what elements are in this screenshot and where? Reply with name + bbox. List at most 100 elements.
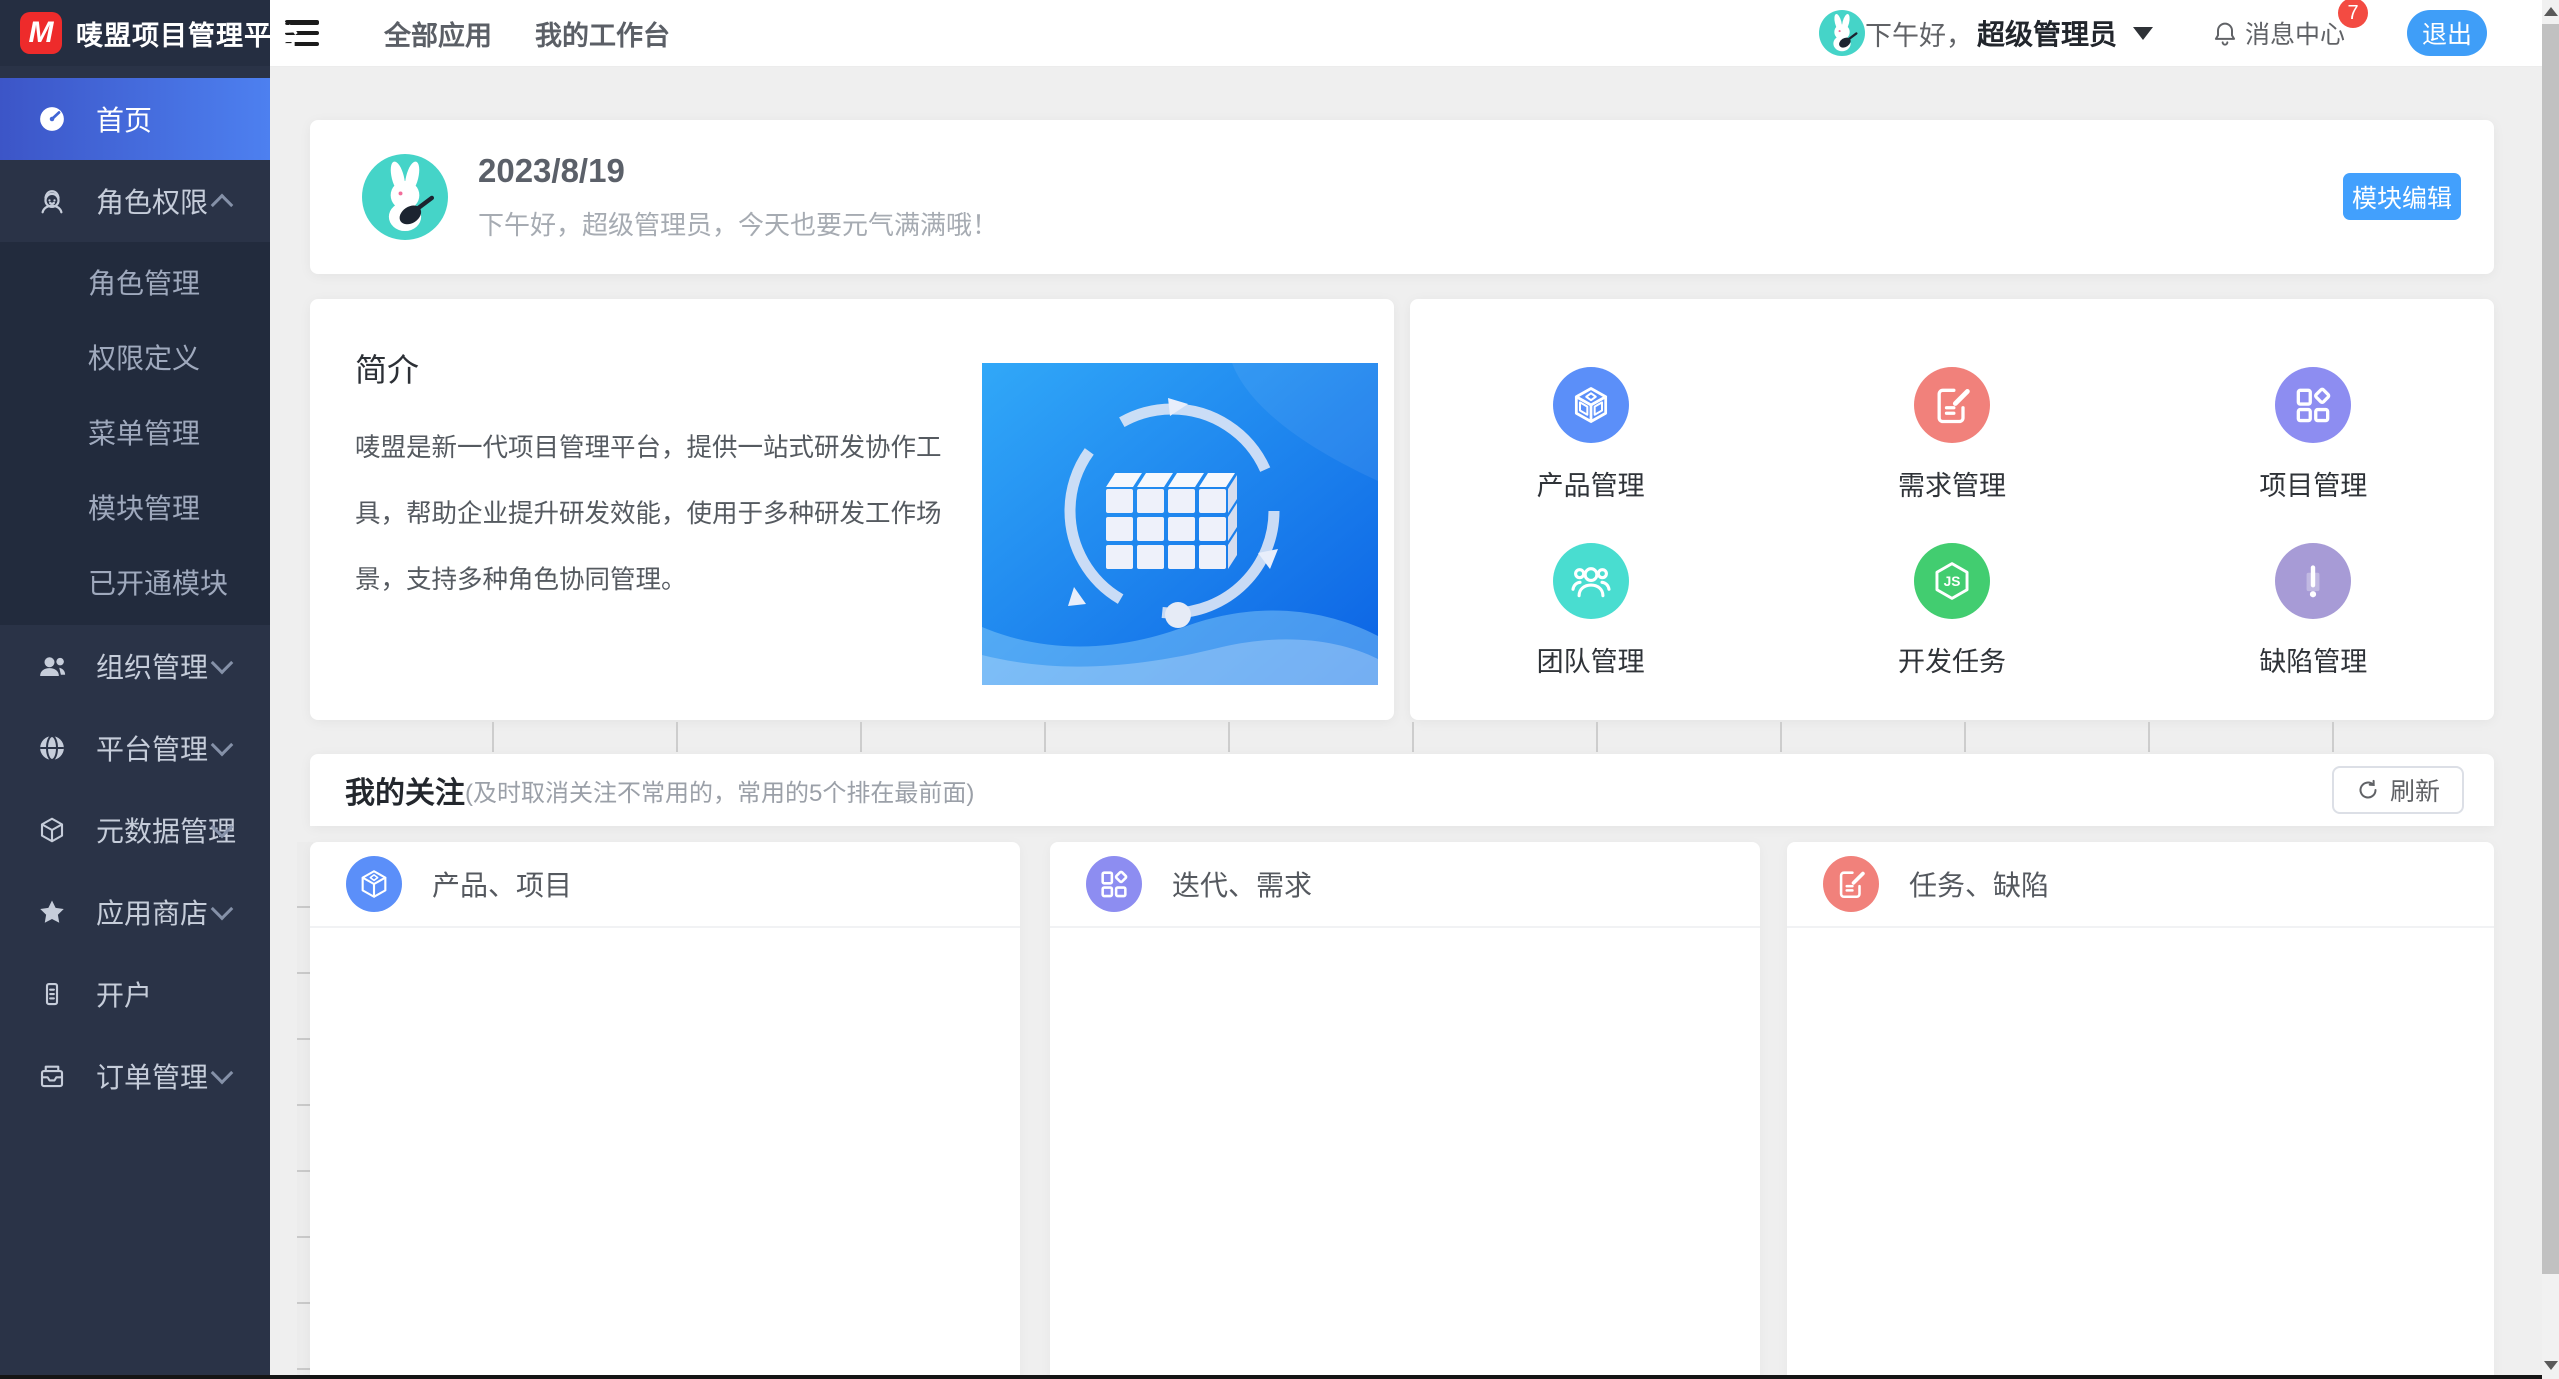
vertical-scrollbar[interactable] [2542,0,2559,1379]
scrollbar-thumb[interactable] [2542,24,2559,1274]
cube-3d-icon [1553,367,1629,443]
module-label: 缺陷管理 [2259,640,2367,679]
follow-note: (及时取消关注不常用的，常用的5个排在最前面) [465,773,974,808]
dashboard-icon [36,104,68,134]
greeting-prefix: 下午好， [1865,14,1973,53]
module-label: 团队管理 [1537,640,1645,679]
modules-row: 团队管理 JS 开发任务 缺陷管理 [1410,543,2494,679]
module-label: 项目管理 [2259,464,2367,503]
bell-icon [2211,19,2239,47]
chevron-down-icon [211,734,234,757]
scroll-down-arrow[interactable] [2542,1354,2559,1376]
server-icon [36,979,68,1009]
module-product-management[interactable]: 产品管理 [1410,367,1771,503]
follow-card-title: 迭代、需求 [1172,864,1312,904]
sidebar-item-role-management[interactable]: 角色管理 [0,246,270,321]
follow-card-body [1050,928,1760,1379]
module-dev-tasks[interactable]: JS 开发任务 [1771,543,2132,679]
banner-greeting: 下午好，超级管理员，今天也要元气满满哦！ [478,205,998,242]
modules-card: 产品管理 需求管理 项目管理 [1410,299,2494,720]
js-text: JS [1944,574,1961,589]
chevron-down-icon [211,652,234,675]
js-hexagon-icon: JS [1914,543,1990,619]
cube-3d-icon [346,856,402,912]
username: 超级管理员 [1977,13,2117,53]
scroll-up-arrow[interactable] [2542,0,2559,22]
follow-card-header[interactable]: 产品、项目 [310,842,1020,928]
sidebar-item-metadata[interactable]: 元数据管理 [0,789,270,871]
platform-illustration [982,363,1378,685]
sidebar-item-label: 订单管理 [96,1056,208,1096]
module-team-management[interactable]: 团队管理 [1410,543,1771,679]
banner-date: 2023/8/19 [478,152,998,190]
intro-description: 唛盟是新一代项目管理平台，提供一站式研发协作工具，帮助企业提升研发效能，使用于多… [355,415,970,613]
module-label: 产品管理 [1537,464,1645,503]
sidebar-item-orders[interactable]: 订单管理 [0,1035,270,1117]
module-requirement-management[interactable]: 需求管理 [1771,367,2132,503]
sidebar-item-app-store[interactable]: 应用商店 [0,871,270,953]
refresh-label: 刷新 [2390,772,2440,808]
sidebar-item-menu-management[interactable]: 菜单管理 [0,396,270,471]
sidebar-item-label: 开户 [96,974,152,1014]
follow-card-header[interactable]: 任务、缺陷 [1787,842,2494,928]
message-center[interactable]: 消息中心 7 [2211,15,2345,51]
sidebar-menu: 首页 角色权限 角色管理 权限定义 菜单管理 模块管理 已开通模块 [0,66,270,1117]
sidebar-item-module-management[interactable]: 模块管理 [0,471,270,546]
edit-document-icon [1823,856,1879,912]
module-label: 开发任务 [1898,640,2006,679]
topbar-right: 下午好， 超级管理员 消息中心 7 退出 [1799,10,2487,56]
sidebar-item-label: 平台管理 [96,728,208,768]
window-bottom-edge [0,1375,2559,1379]
sidebar-item-permission-definition[interactable]: 权限定义 [0,321,270,396]
caret-down-icon [2133,27,2153,40]
nav-all-apps[interactable]: 全部应用 [384,14,492,53]
message-badge: 7 [2338,0,2368,28]
follow-card-header[interactable]: 迭代、需求 [1050,842,1760,928]
sidebar: M 唛盟项目管理平台 首页 角色权限 [0,0,270,1379]
rabbit-guitar-avatar [1819,10,1865,56]
module-edit-button[interactable]: 模块编辑 [2343,173,2461,220]
banner-text: 2023/8/19 下午好，超级管理员，今天也要元气满满哦！ [478,152,998,242]
grid-components-icon [1086,856,1142,912]
follow-section-header: 我的关注 (及时取消关注不常用的，常用的5个排在最前面) 刷新 [310,754,2494,826]
sidebar-item-platform[interactable]: 平台管理 [0,707,270,789]
sidebar-item-open-account[interactable]: 开户 [0,953,270,1035]
message-center-label: 消息中心 [2245,15,2345,51]
chevron-down-icon [211,898,234,921]
sidebar-item-label: 角色权限 [96,181,208,221]
cube-outline-icon [36,815,68,845]
sidebar-item-label: 应用商店 [96,892,208,932]
sidebar-item-home[interactable]: 首页 [0,78,270,160]
app-title: 唛盟项目管理平台 [76,14,300,53]
app-logo: M [20,12,62,54]
logout-button[interactable]: 退出 [2407,10,2487,56]
refresh-button[interactable]: 刷新 [2332,766,2464,814]
edit-document-icon [1914,367,1990,443]
sidebar-item-organization[interactable]: 组织管理 [0,625,270,707]
follow-card-tasks-defects: 任务、缺陷 [1787,842,2494,1379]
team-people-icon [1553,543,1629,619]
grid-column-guides [310,722,2494,752]
topbar: 全部应用 我的工作台 下午好， 超级管理员 [270,0,2542,67]
follow-card-products-projects: 产品、项目 [310,842,1020,1379]
people-icon [36,651,68,681]
sidebar-item-role-permissions[interactable]: 角色权限 [0,160,270,242]
grid-components-icon [2275,367,2351,443]
follow-card-body [1787,928,2494,1379]
refresh-icon [2356,778,2380,802]
sidebar-item-activated-modules[interactable]: 已开通模块 [0,546,270,621]
app-logo-row: M 唛盟项目管理平台 [0,0,270,66]
follow-title: 我的关注 [345,768,465,812]
user-menu[interactable]: 下午好， 超级管理员 [1819,10,2153,56]
module-project-management[interactable]: 项目管理 [2133,367,2494,503]
nav-my-workspace[interactable]: 我的工作台 [535,14,670,53]
follow-card-body [310,928,1020,1379]
modules-row: 产品管理 需求管理 项目管理 [1410,367,2494,503]
welcome-banner: 2023/8/19 下午好，超级管理员，今天也要元气满满哦！ 模块编辑 [310,120,2494,274]
follow-card-iterations-requirements: 迭代、需求 [1050,842,1760,1379]
follow-card-title: 任务、缺陷 [1909,864,2049,904]
follow-card-title: 产品、项目 [432,864,572,904]
module-defect-management[interactable]: 缺陷管理 [2133,543,2494,679]
star-icon [36,897,68,927]
globe-icon [36,733,68,763]
